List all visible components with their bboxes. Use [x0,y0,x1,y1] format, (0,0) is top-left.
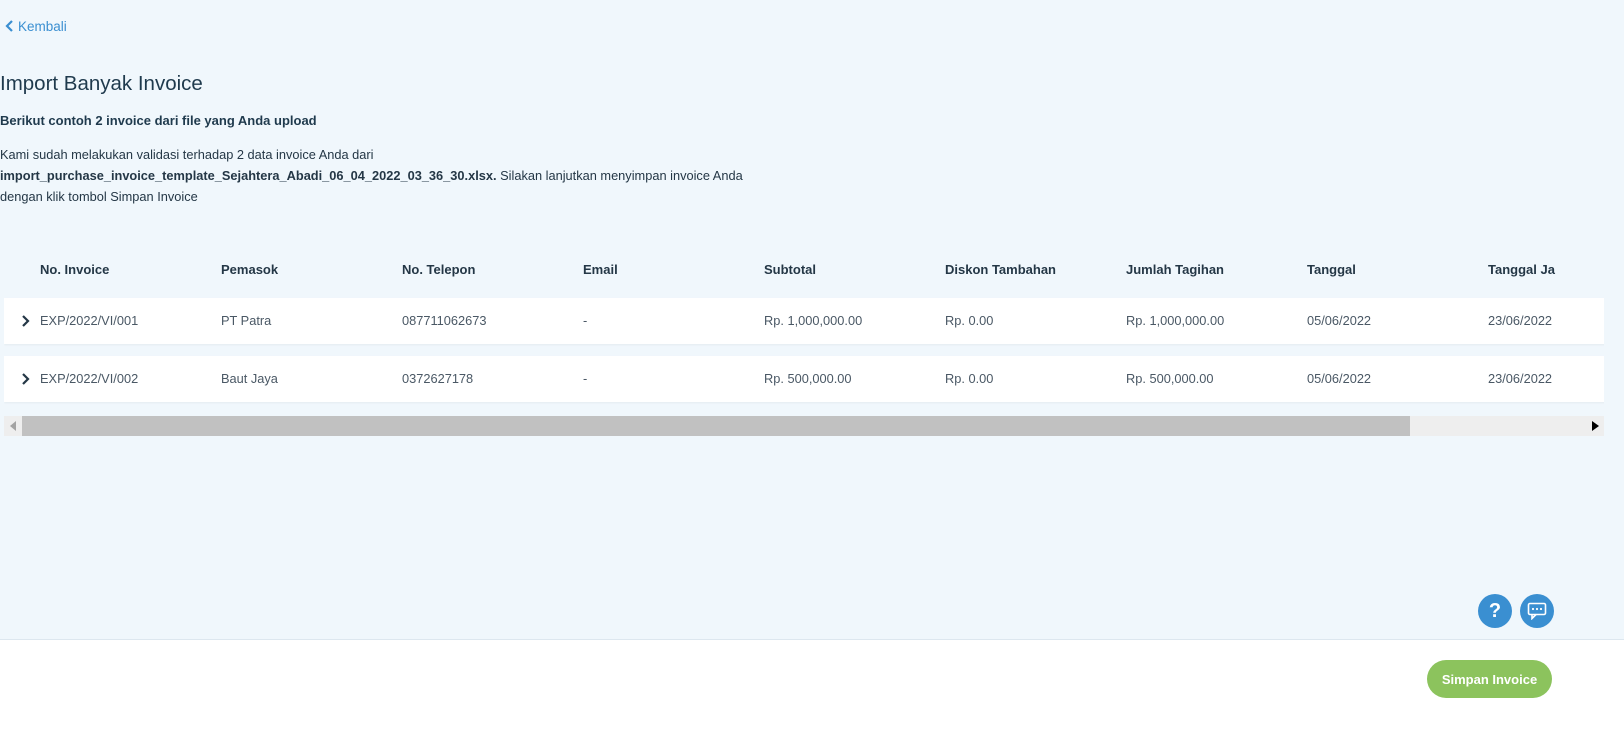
scroll-right-button[interactable] [1586,416,1604,436]
cell-extra-discount: Rp. 0.00 [945,371,994,386]
chat-icon [1527,602,1547,620]
back-label: Kembali [18,18,67,34]
scroll-left-button[interactable] [4,416,22,436]
table-row[interactable]: EXP/2022/VI/002 Baut Jaya 0372627178 - R… [4,356,1604,402]
cell-date: 05/06/2022 [1307,313,1372,328]
chevron-right-icon [21,373,30,385]
page-title: Import Banyak Invoice [0,72,203,95]
help-button[interactable]: ? [1478,594,1512,628]
cell-invoice-no: EXP/2022/VI/001 [40,313,139,328]
chevron-left-icon [5,20,13,32]
cell-phone: 0372627178 [402,371,474,386]
column-header-subtotal: Subtotal [764,262,816,277]
chat-button[interactable] [1520,594,1554,628]
cell-due-date: 23/06/2022 [1488,371,1553,386]
caret-left-icon [9,421,16,431]
column-header-total-amount: Jumlah Tagihan [1126,262,1224,277]
table-header: No. Invoice Pemasok No. Telepon Email Su… [4,248,1604,288]
footer-bar: Simpan Invoice [0,639,1624,734]
cell-supplier: PT Patra [221,313,272,328]
horizontal-scrollbar[interactable] [4,416,1604,436]
column-header-due-date: Tanggal Ja [1488,262,1555,277]
cell-phone: 087711062673 [402,313,487,328]
help-icon: ? [1488,599,1502,622]
back-link[interactable]: Kembali [5,16,67,36]
column-header-extra-discount: Diskon Tambahan [945,262,1057,277]
expand-row-button[interactable] [18,371,32,387]
cell-total-amount: Rp. 1,000,000.00 [1126,313,1225,328]
column-header-invoice-no: No. Invoice [40,262,110,277]
cell-email: - [583,371,588,386]
scrollbar-thumb[interactable] [22,416,1410,436]
invoice-table: No. Invoice Pemasok No. Telepon Email Su… [4,248,1604,438]
cell-extra-discount: Rp. 0.00 [945,313,994,328]
cell-date: 05/06/2022 [1307,371,1372,386]
cell-invoice-no: EXP/2022/VI/002 [40,371,139,386]
cell-subtotal: Rp. 500,000.00 [764,371,852,386]
table-row[interactable]: EXP/2022/VI/001 PT Patra 087711062673 - … [4,298,1604,344]
cell-subtotal: Rp. 1,000,000.00 [764,313,863,328]
chevron-right-icon [21,315,30,327]
expand-row-button[interactable] [18,313,32,329]
cell-email: - [583,313,588,328]
column-header-date: Tanggal [1307,262,1356,277]
cell-supplier: Baut Jaya [221,371,278,386]
cell-due-date: 23/06/2022 [1488,313,1553,328]
validation-description: Kami sudah melakukan validasi terhadap 2… [0,144,760,207]
page-subtitle: Berikut contoh 2 invoice dari file yang … [0,113,317,128]
column-header-phone: No. Telepon [402,262,476,277]
column-header-email: Email [583,262,618,277]
column-header-supplier: Pemasok [221,262,279,277]
save-invoice-button[interactable]: Simpan Invoice [1427,660,1552,698]
description-text: Kami sudah melakukan validasi terhadap 2… [0,147,374,162]
uploaded-filename: import_purchase_invoice_template_Sejahte… [0,168,497,183]
caret-right-icon [1591,421,1599,431]
cell-total-amount: Rp. 500,000.00 [1126,371,1214,386]
